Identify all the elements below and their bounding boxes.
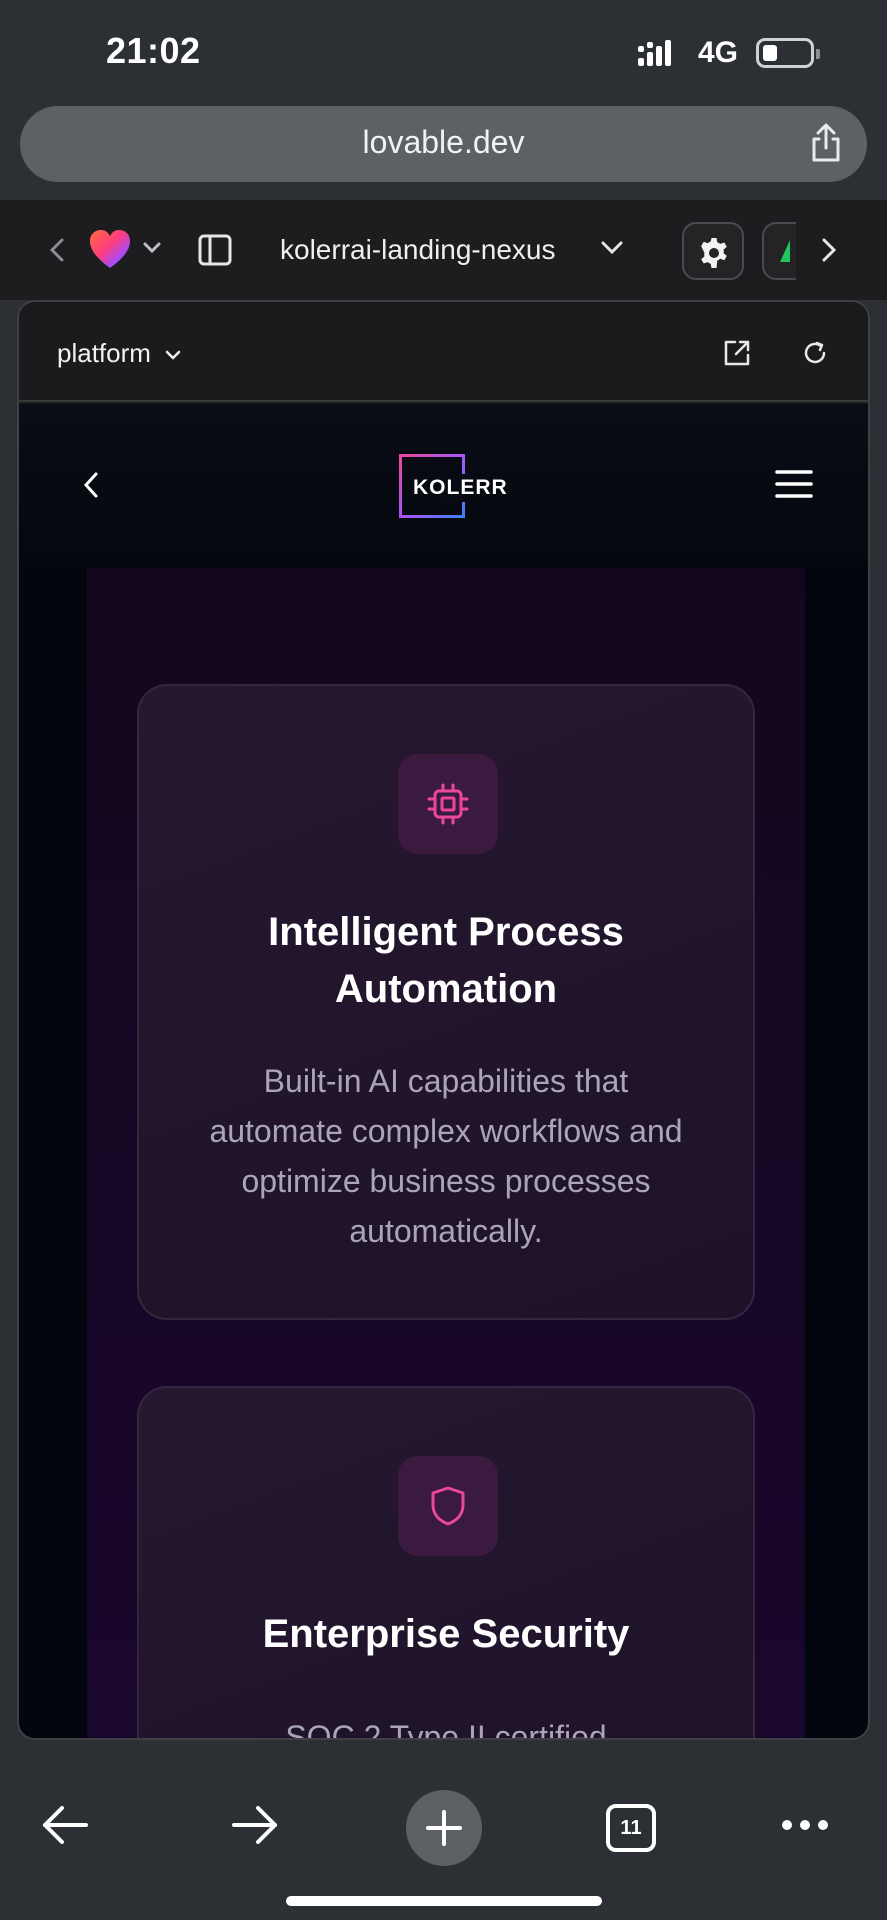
address-bar[interactable]: lovable.dev bbox=[20, 106, 867, 182]
feature-card: Enterprise Security SOC 2 Type II certif… bbox=[137, 1386, 755, 1740]
preview-header: platform bbox=[19, 302, 868, 402]
clock: 21:02 bbox=[106, 30, 201, 71]
gear-icon bbox=[701, 238, 727, 268]
publish-icon bbox=[780, 240, 790, 262]
cpu-icon bbox=[427, 783, 469, 825]
feature-description: Built-in AI capabilities that automate c… bbox=[209, 1063, 683, 1249]
home-indicator bbox=[286, 1896, 602, 1906]
share-icon[interactable] bbox=[803, 120, 849, 166]
kolerr-logo[interactable]: KOLERR bbox=[399, 454, 507, 518]
feature-card: Intelligent Process Automation Built-in … bbox=[137, 684, 755, 1320]
network-type: 4G bbox=[698, 36, 739, 69]
lovable-heart-icon[interactable] bbox=[88, 228, 132, 270]
signal-icon bbox=[638, 40, 671, 66]
publish-button[interactable] bbox=[762, 222, 796, 280]
forward-arrow-icon[interactable] bbox=[230, 1804, 280, 1846]
route-label: platform bbox=[57, 338, 151, 368]
tabs-button[interactable]: 11 bbox=[606, 1804, 656, 1852]
status-bar: 21:02 4G bbox=[0, 0, 887, 100]
plus-icon bbox=[426, 1810, 462, 1846]
chevron-down-icon bbox=[165, 350, 181, 360]
app-navbar: KOLERR bbox=[19, 404, 868, 568]
more-icon[interactable] bbox=[780, 1818, 830, 1832]
back-arrow-icon[interactable] bbox=[81, 470, 101, 500]
open-external-icon[interactable] bbox=[722, 338, 752, 368]
url-text[interactable]: lovable.dev bbox=[20, 124, 867, 161]
project-name[interactable]: kolerrai-landing-nexus bbox=[280, 234, 555, 266]
feature-title: Enterprise Security bbox=[262, 1612, 630, 1656]
chevron-right-icon[interactable] bbox=[818, 234, 840, 266]
shield-icon bbox=[431, 1486, 465, 1526]
project-chevron-down-icon[interactable] bbox=[600, 240, 624, 256]
feature-icon-tile bbox=[398, 754, 498, 854]
feature-description: SOC 2 Type II certified bbox=[285, 1719, 607, 1740]
editor-toolbar: kolerrai-landing-nexus bbox=[0, 200, 887, 300]
hamburger-menu-icon[interactable] bbox=[775, 468, 813, 500]
chevron-down-icon[interactable] bbox=[142, 240, 162, 256]
feature-title: Intelligent Process Automation bbox=[268, 910, 624, 1011]
chevron-left-icon[interactable] bbox=[46, 234, 68, 266]
sidebar-toggle-icon[interactable] bbox=[198, 234, 232, 266]
reload-icon[interactable] bbox=[800, 338, 830, 368]
preview-frame: platform KOLERR Intelligent Process Auto… bbox=[17, 300, 870, 1740]
settings-button[interactable] bbox=[682, 222, 744, 280]
back-arrow-icon[interactable] bbox=[40, 1804, 90, 1846]
logo-text: KOLERR bbox=[413, 476, 508, 499]
battery-icon bbox=[756, 38, 820, 68]
new-tab-button[interactable] bbox=[406, 1790, 482, 1866]
features-section: Intelligent Process Automation Built-in … bbox=[87, 568, 805, 1740]
browser-bottom-bar: 11 bbox=[0, 1760, 887, 1920]
app-preview: KOLERR Intelligent Process Automation Bu… bbox=[19, 404, 868, 1740]
feature-icon-tile bbox=[398, 1456, 498, 1556]
route-selector[interactable]: platform bbox=[57, 338, 182, 369]
